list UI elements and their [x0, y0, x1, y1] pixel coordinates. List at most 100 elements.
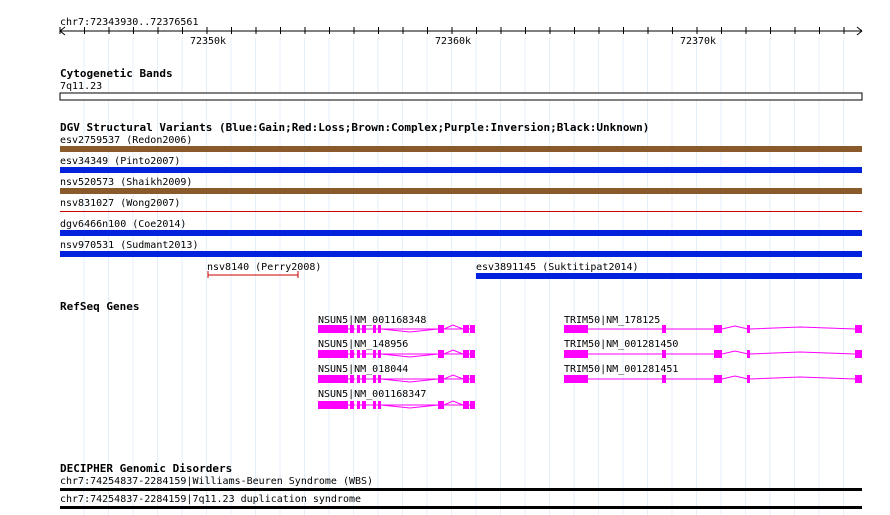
exon [362, 375, 366, 383]
exon [466, 325, 469, 333]
transcript-label: NSUN5|NM_018044 [318, 364, 408, 375]
decipher-feature-bar[interactable] [60, 488, 862, 491]
dgv-feature-bar[interactable] [60, 188, 862, 194]
decipher-feature[interactable]: chr7:74254837-2284159|Williams-Beuren Sy… [60, 476, 862, 491]
dgv-feature-label: esv34349 (Pinto2007) [60, 156, 180, 167]
dgv-feature-bar[interactable] [60, 146, 862, 152]
exon [470, 350, 475, 358]
decipher-feature[interactable]: chr7:74254837-2284159|7q11.23 duplicatio… [60, 494, 862, 509]
exon [350, 375, 354, 383]
exon [747, 350, 750, 358]
exon [747, 375, 750, 383]
track-cytogenetic-bands: Cytogenetic Bands 7q11.23 [59, 67, 863, 101]
dgv-feature[interactable]: esv3891145 (Suktitipat2014) [476, 262, 862, 279]
dgv-feature[interactable]: dgv6466n100 (Coe2014) [60, 219, 862, 236]
ruler[interactable]: chr7:72343930..72376561 72350k 72360k 72… [59, 17, 863, 47]
dgv-feature-label: esv3891145 (Suktitipat2014) [476, 262, 639, 273]
exon [466, 375, 469, 383]
exon [438, 401, 444, 409]
dgv-feature-bar[interactable] [60, 251, 862, 257]
exon [350, 325, 354, 333]
exon [855, 350, 862, 358]
cytoband-bar[interactable] [59, 92, 863, 101]
exon [714, 350, 722, 358]
gene-transcript[interactable]: TRIM50|NM_001281450 [564, 339, 862, 358]
dgv-feature-label: nsv831027 (Wong2007) [60, 198, 180, 209]
exon [357, 375, 360, 383]
dgv-feature-label: esv2759537 (Redon2006) [60, 135, 192, 146]
intron-line [443, 400, 464, 406]
dgv-feature-label: nsv520573 (Shaikh2009) [60, 177, 192, 188]
exon [362, 401, 366, 409]
exon [318, 350, 348, 358]
track-dgv-structural-variants: DGV Structural Variants (Blue:Gain;Red:L… [60, 121, 862, 279]
cytoband-label: 7q11.23 [60, 81, 102, 92]
exon [564, 375, 588, 383]
exon [466, 401, 469, 409]
exon [466, 350, 469, 358]
track-refseq-genes: RefSeq Genes NSUN5|NM_001168348 NSUN5|NM… [60, 300, 862, 409]
exon [373, 325, 376, 333]
gene-model-trim50 [564, 325, 862, 333]
dgv-feature-bar[interactable] [60, 211, 862, 212]
exon [373, 401, 376, 409]
dgv-feature-label: nsv970531 (Sudmant2013) [60, 240, 198, 251]
exon [855, 325, 862, 333]
exon [855, 375, 862, 383]
dgv-feature-bar[interactable] [60, 167, 862, 173]
exon [564, 350, 588, 358]
dgv-feature-bar[interactable] [60, 230, 862, 236]
transcript-label: TRIM50|NM_178125 [564, 315, 660, 326]
dgv-feature-label: nsv8140 (Perry2008) [207, 262, 321, 273]
exon [714, 325, 722, 333]
intron-line [443, 349, 464, 355]
dgv-feature[interactable]: esv34349 (Pinto2007) [60, 156, 862, 173]
exon [378, 375, 381, 383]
ruler-range-label: chr7:72343930..72376561 [60, 17, 198, 28]
gene-model-trim50 [564, 375, 862, 383]
decipher-feature-bar[interactable] [60, 506, 862, 509]
track-title: Cytogenetic Bands [60, 67, 173, 80]
exon [564, 325, 588, 333]
exon [350, 350, 354, 358]
exon [470, 401, 475, 409]
ruler-tick-label: 72370k [680, 36, 716, 47]
track-title: RefSeq Genes [60, 300, 139, 313]
dgv-feature[interactable]: nsv520573 (Shaikh2009) [60, 177, 862, 194]
exon [470, 375, 475, 383]
exon [747, 325, 750, 333]
gene-model-trim50 [564, 350, 862, 358]
ruler-tick-label: 72350k [190, 36, 226, 47]
exon [362, 350, 366, 358]
genome-browser-panel: chr7:72343930..72376561 72350k 72360k 72… [59, 17, 863, 515]
exon [350, 401, 354, 409]
dgv-feature-label: dgv6466n100 (Coe2014) [60, 219, 186, 230]
dgv-feature-bar[interactable] [476, 273, 862, 279]
exon [714, 375, 722, 383]
exon [318, 325, 348, 333]
exon [662, 325, 666, 333]
intron-line [443, 324, 464, 330]
track-title: DECIPHER Genomic Disorders [60, 462, 232, 475]
exon [373, 350, 376, 358]
transcript-label: NSUN5|NM_148956 [318, 339, 408, 350]
dgv-feature[interactable]: nsv970531 (Sudmant2013) [60, 240, 862, 257]
decipher-feature-label: chr7:74254837-2284159|7q11.23 duplicatio… [60, 494, 361, 505]
exon [378, 325, 381, 333]
transcript-label: NSUN5|NM_001168347 [318, 389, 426, 400]
exon [357, 325, 360, 333]
exon [378, 350, 381, 358]
exon [357, 350, 360, 358]
exon [362, 325, 366, 333]
decipher-feature-label: chr7:74254837-2284159|Williams-Beuren Sy… [60, 476, 373, 487]
dgv-feature[interactable]: nsv831027 (Wong2007) [60, 198, 862, 212]
intron-line [443, 374, 464, 380]
ruler-tick-label: 72360k [435, 36, 471, 47]
exon [438, 350, 444, 358]
dgv-feature[interactable]: esv2759537 (Redon2006) [60, 135, 862, 152]
exon [318, 375, 348, 383]
gene-transcript[interactable]: TRIM50|NM_178125 [564, 315, 862, 333]
gene-transcript[interactable]: TRIM50|NM_001281451 [564, 364, 862, 383]
track-title: DGV Structural Variants (Blue:Gain;Red:L… [60, 121, 649, 134]
exon [373, 375, 376, 383]
